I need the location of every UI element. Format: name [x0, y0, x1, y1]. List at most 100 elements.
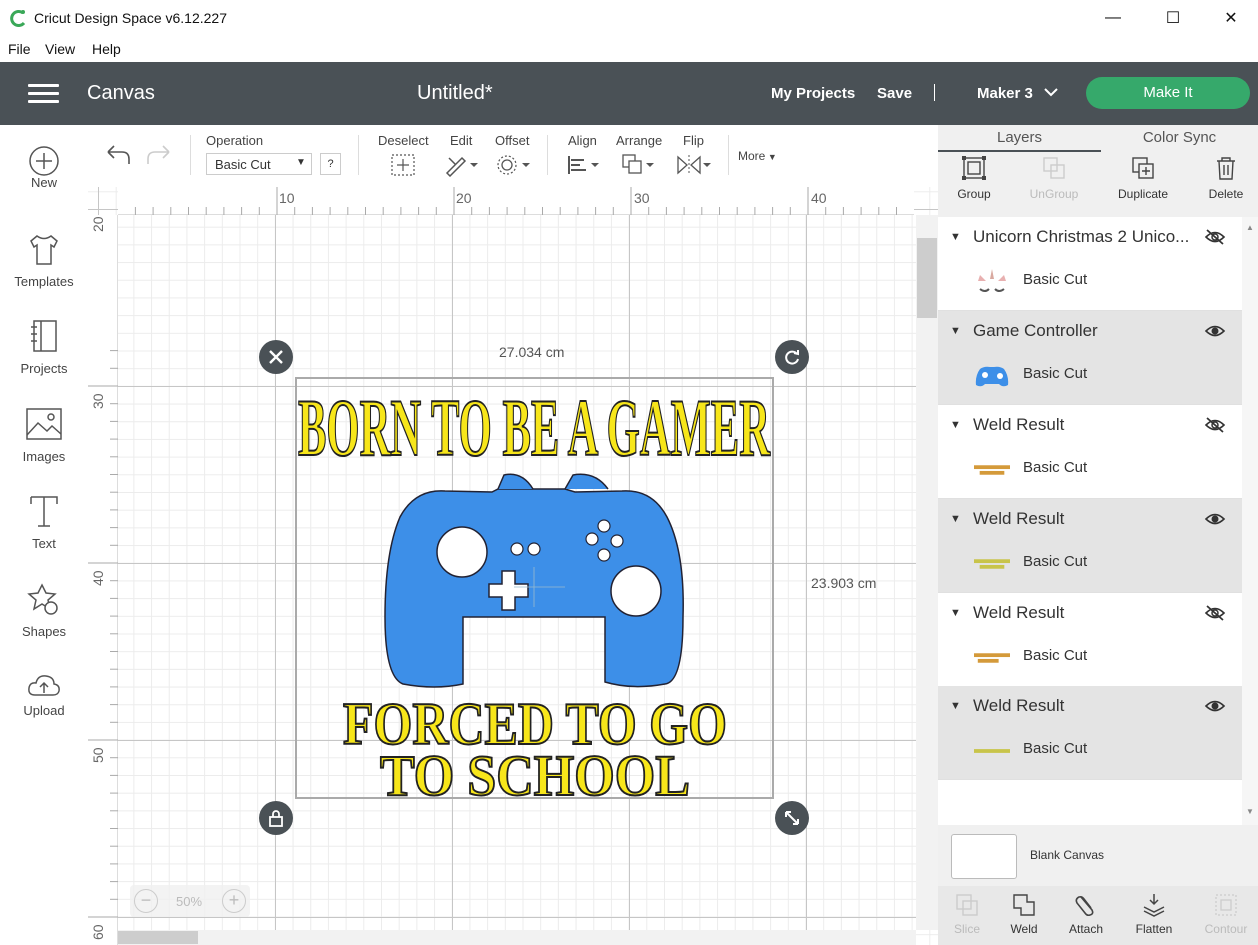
zoom-in-button[interactable]: + — [222, 889, 246, 913]
vertical-scroll-thumb[interactable] — [917, 238, 937, 318]
edit-tools-icon[interactable] — [444, 153, 480, 178]
scroll-up-icon[interactable]: ▲ — [1246, 223, 1254, 232]
make-it-button[interactable]: Make It — [1086, 77, 1250, 109]
duplicate-label: Duplicate — [1117, 187, 1169, 201]
layer-item[interactable]: ▼ Unicorn Christmas 2 Unico... Basic Cut — [938, 217, 1242, 311]
undo-icon[interactable] — [104, 142, 132, 171]
text-thumbnail — [974, 547, 1010, 581]
unicorn-thumbnail — [974, 265, 1010, 299]
minimize-button[interactable]: — — [1084, 0, 1142, 36]
layer-name: Weld Result — [973, 696, 1065, 715]
contour-button[interactable]: Contour — [1196, 892, 1256, 936]
caret-down-icon[interactable]: ▼ — [950, 419, 961, 431]
layer-operation: Basic Cut — [1023, 553, 1088, 570]
eye-icon[interactable] — [1204, 510, 1226, 528]
zoom-out-button[interactable]: − — [134, 889, 158, 913]
sidebar-label: Images — [22, 449, 66, 464]
document-title[interactable]: Untitled* — [417, 82, 493, 105]
tab-layers[interactable]: Layers — [938, 125, 1101, 152]
horizontal-scroll-thumb[interactable] — [118, 931, 198, 944]
menu-view[interactable]: View — [45, 41, 75, 57]
cloud-upload-icon — [28, 675, 60, 696]
my-projects-link[interactable]: My Projects — [771, 85, 855, 102]
eye-hidden-icon[interactable] — [1204, 228, 1226, 246]
close-button[interactable]: ✕ — [1202, 0, 1258, 36]
zoom-level: 50% — [176, 894, 203, 909]
flatten-button[interactable]: Flatten — [1124, 892, 1184, 936]
delete-button[interactable]: Delete — [1191, 155, 1258, 201]
rotate-handle[interactable] — [775, 340, 809, 374]
lock-proportions-handle[interactable] — [259, 801, 293, 835]
offset-icon[interactable] — [496, 153, 532, 177]
trash-icon — [1217, 157, 1235, 180]
menu-bar — [0, 36, 1258, 62]
maximize-button[interactable]: ☐ — [1144, 0, 1202, 36]
caret-down-icon[interactable]: ▼ — [950, 607, 961, 619]
minimize-icon: — — [1105, 9, 1121, 26]
height-dimension-label: 23.903 cm — [811, 575, 877, 591]
deselect-icon[interactable] — [390, 153, 416, 177]
selection-bounding-box[interactable] — [295, 377, 774, 799]
rotate-icon — [785, 350, 799, 365]
layer-item[interactable]: ▼ Weld Result Basic Cut — [938, 405, 1242, 499]
layer-item[interactable]: ▼ Weld Result Basic Cut — [938, 686, 1242, 780]
canvas-horizontal-scrollbar[interactable] — [118, 930, 916, 945]
chevron-down-icon[interactable] — [1043, 84, 1059, 100]
dropdown-arrow-icon: ▼ — [296, 157, 306, 168]
eye-hidden-icon[interactable] — [1204, 604, 1226, 622]
redo-icon[interactable] — [145, 142, 173, 171]
sidebar-item-images[interactable]: Images — [0, 407, 88, 464]
sidebar-item-shapes[interactable]: Shapes — [0, 582, 88, 639]
sidebar-item-projects[interactable]: Projects — [0, 319, 88, 376]
ungroup-button[interactable]: UnGroup — [1019, 155, 1089, 201]
duplicate-button[interactable]: Duplicate — [1108, 155, 1178, 201]
blank-canvas-swatch[interactable] — [951, 834, 1017, 879]
ruler-tick-label: 40 — [811, 190, 827, 206]
tab-color-sync[interactable]: Color Sync — [1101, 125, 1258, 152]
eye-icon[interactable] — [1204, 322, 1226, 340]
ruler-tick-label: 30 — [634, 190, 650, 206]
app-title: Cricut Design Space v6.12.227 — [34, 10, 227, 26]
caret-down-icon[interactable]: ▼ — [950, 513, 961, 525]
slice-button[interactable]: Slice — [937, 892, 997, 936]
layer-operation: Basic Cut — [1023, 740, 1088, 757]
layers-scrollbar[interactable]: ▲ ▼ — [1242, 217, 1258, 825]
menu-file[interactable]: File — [8, 41, 31, 57]
ruler-tick-label: 20 — [456, 190, 472, 206]
sidebar-item-upload[interactable]: Upload — [0, 669, 88, 718]
attach-button[interactable]: Attach — [1056, 892, 1116, 936]
caret-down-icon[interactable]: ▼ — [950, 700, 961, 712]
layer-item[interactable]: ▼ Weld Result Basic Cut — [938, 593, 1242, 687]
sidebar-item-templates[interactable]: Templates — [0, 232, 88, 289]
group-button[interactable]: Group — [939, 155, 1009, 201]
machine-selector[interactable]: Maker 3 — [977, 85, 1033, 102]
layer-item[interactable]: ▼ Game Controller Basic Cut — [938, 311, 1242, 405]
layer-name: Game Controller — [973, 321, 1098, 340]
eye-icon[interactable] — [1204, 697, 1226, 715]
sidebar-item-new[interactable]: New — [0, 145, 88, 190]
align-icon[interactable] — [566, 153, 602, 177]
toolbar-divider — [547, 135, 548, 175]
weld-label: Weld — [1010, 922, 1038, 936]
more-menu[interactable]: More ▼ — [738, 149, 777, 163]
group-icon — [962, 156, 986, 180]
resize-handle[interactable] — [775, 801, 809, 835]
save-button[interactable]: Save — [877, 85, 912, 102]
layer-operation: Basic Cut — [1023, 271, 1088, 288]
arrange-icon[interactable] — [621, 153, 657, 177]
caret-down-icon[interactable]: ▼ — [950, 325, 961, 337]
canvas-vertical-scrollbar[interactable] — [916, 215, 938, 930]
flip-icon[interactable] — [676, 153, 712, 177]
layer-item[interactable]: ▼ Weld Result Basic Cut — [938, 499, 1242, 593]
layer-name: Weld Result — [973, 603, 1065, 622]
caret-down-icon[interactable]: ▼ — [950, 231, 961, 243]
menu-help[interactable]: Help — [92, 41, 121, 57]
delete-handle[interactable] — [259, 340, 293, 374]
sidebar-item-text[interactable]: Text — [0, 494, 88, 551]
eye-hidden-icon[interactable] — [1204, 416, 1226, 434]
scroll-down-icon[interactable]: ▼ — [1246, 807, 1254, 816]
resize-diagonal-icon — [785, 811, 799, 825]
hamburger-menu-icon[interactable] — [28, 84, 59, 104]
operation-help-button[interactable]: ? — [320, 153, 341, 175]
weld-button[interactable]: Weld — [994, 892, 1054, 936]
